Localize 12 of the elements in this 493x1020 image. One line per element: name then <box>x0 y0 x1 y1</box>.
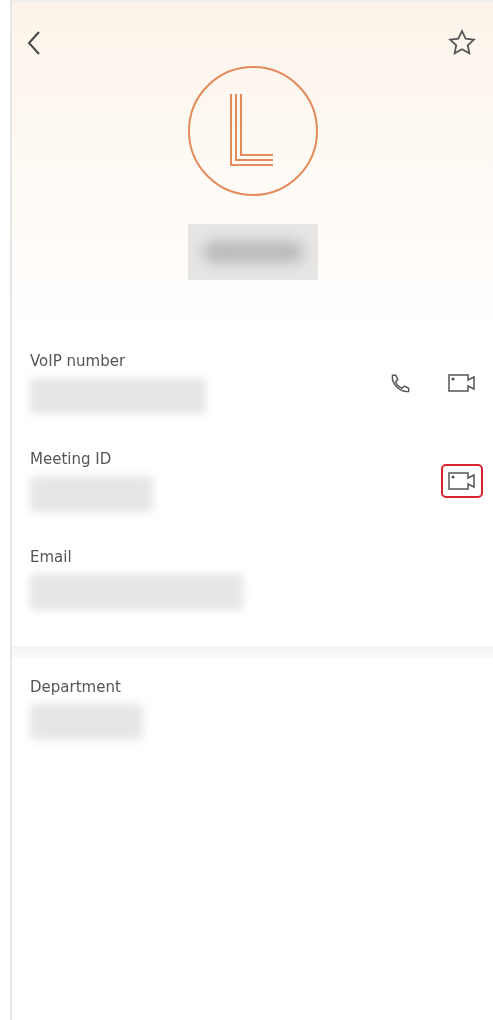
video-camera-icon <box>447 372 477 394</box>
back-button[interactable] <box>26 30 42 56</box>
field-label: Meeting ID <box>30 450 112 468</box>
field-label: VoIP number <box>30 352 126 370</box>
video-call-button[interactable] <box>441 464 483 498</box>
field-label: Department <box>30 678 121 696</box>
star-icon <box>447 28 477 58</box>
back-icon <box>26 30 42 56</box>
avatar-logo-icon <box>185 64 320 198</box>
video-camera-icon <box>447 470 477 492</box>
field-label: Email <box>30 548 72 566</box>
favorite-button[interactable] <box>447 28 477 58</box>
